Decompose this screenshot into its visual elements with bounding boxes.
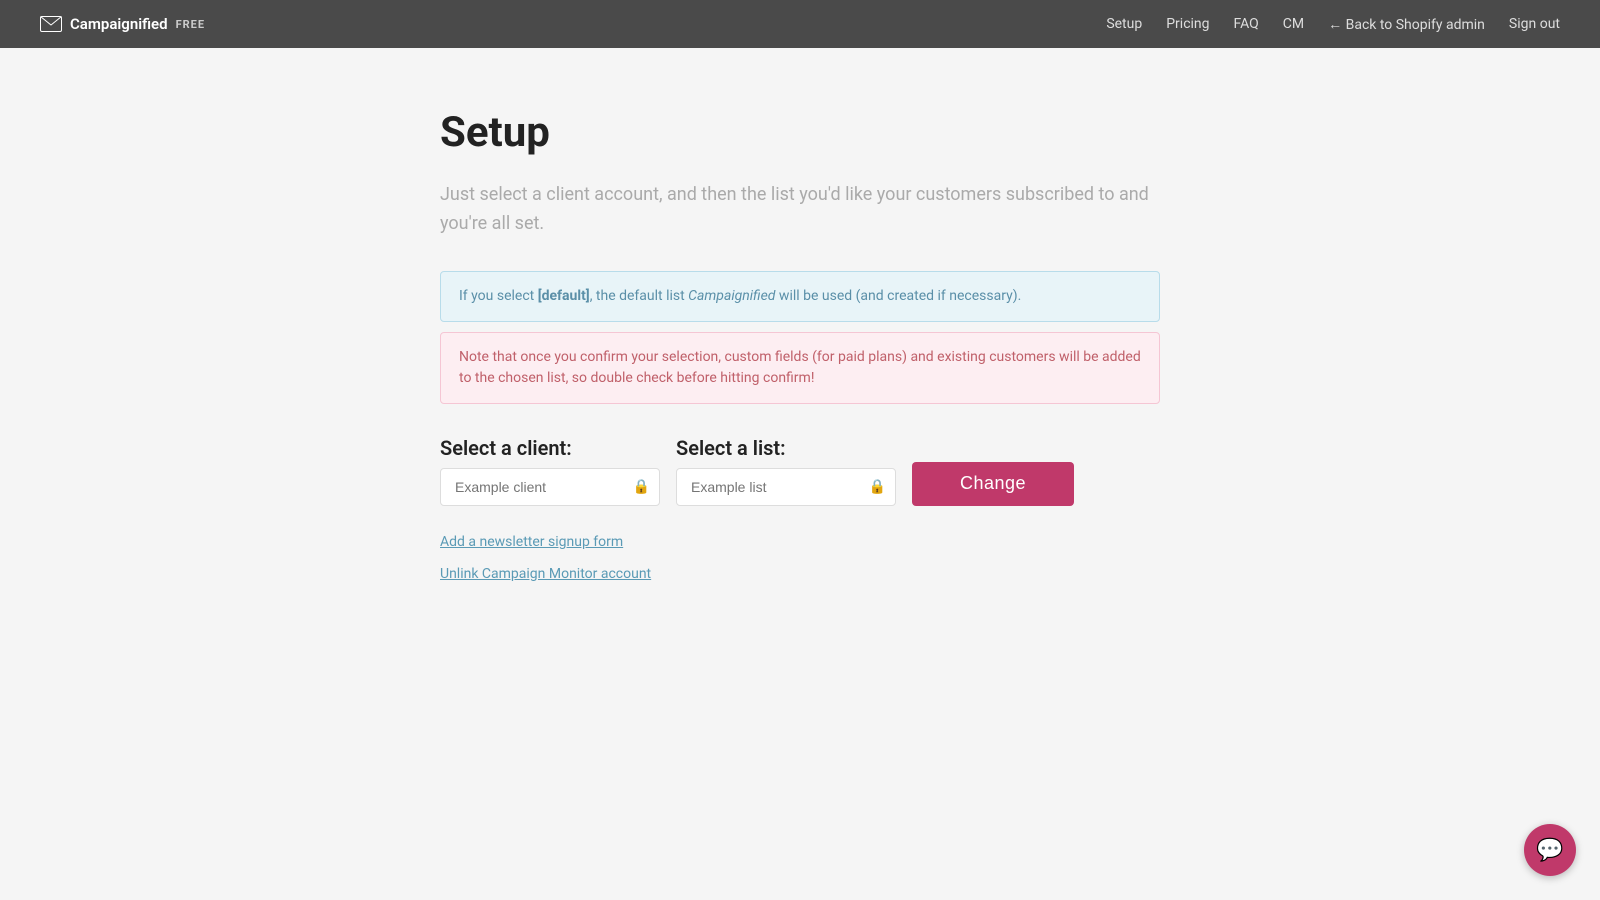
client-input[interactable] — [440, 468, 660, 506]
nav-back-shopify[interactable]: ← Back to Shopify admin — [1328, 16, 1485, 33]
envelope-icon — [40, 16, 62, 32]
nav-setup[interactable]: Setup — [1106, 16, 1142, 32]
nav-cm[interactable]: CM — [1283, 16, 1304, 32]
client-input-wrap: 🔒 — [440, 468, 660, 506]
brand-badge: FREE — [176, 18, 205, 31]
list-input-wrap: 🔒 — [676, 468, 896, 506]
info-blue-suffix: , the default list — [590, 288, 688, 304]
info-blue-prefix: If you select — [459, 288, 538, 304]
info-pink-text: Note that once you confirm your selectio… — [459, 349, 1141, 386]
selectors-row: Select a client: 🔒 Select a list: 🔒 Chan… — [440, 436, 1160, 506]
change-button[interactable]: Change — [912, 462, 1074, 506]
client-selector-group: Select a client: 🔒 — [440, 436, 660, 506]
main-content: Setup Just select a client account, and … — [0, 48, 1600, 622]
page-title: Setup — [440, 108, 1160, 157]
client-lock-icon: 🔒 — [633, 479, 650, 495]
nav-pricing[interactable]: Pricing — [1166, 16, 1209, 32]
info-box-warning: Note that once you confirm your selectio… — [440, 332, 1160, 404]
info-box-default: If you select [default], the default lis… — [440, 271, 1160, 322]
info-blue-end: will be used (and created if necessary). — [775, 288, 1021, 304]
nav-signout[interactable]: Sign out — [1509, 16, 1560, 32]
add-newsletter-form-link[interactable]: Add a newsletter signup form — [440, 534, 1160, 550]
info-blue-italic: Campaignified — [688, 288, 775, 304]
info-blue-bold: [default] — [538, 288, 590, 304]
unlink-campaign-monitor-link[interactable]: Unlink Campaign Monitor account — [440, 566, 1160, 582]
list-input[interactable] — [676, 468, 896, 506]
client-label: Select a client: — [440, 436, 660, 460]
list-selector-group: Select a list: 🔒 — [676, 436, 896, 506]
app-header: Campaignified FREE Setup Pricing FAQ CM … — [0, 0, 1600, 48]
main-nav: Setup Pricing FAQ CM ← Back to Shopify a… — [1106, 16, 1560, 33]
list-label: Select a list: — [676, 436, 896, 460]
brand-name: Campaignified — [70, 15, 168, 33]
page-description: Just select a client account, and then t… — [440, 181, 1160, 239]
nav-faq[interactable]: FAQ — [1234, 16, 1259, 32]
list-lock-icon: 🔒 — [869, 479, 886, 495]
action-links: Add a newsletter signup form Unlink Camp… — [440, 534, 1160, 582]
chat-icon: 💬 — [1536, 838, 1563, 863]
chat-button[interactable]: 💬 — [1524, 824, 1576, 876]
brand-logo: Campaignified FREE — [40, 15, 205, 33]
